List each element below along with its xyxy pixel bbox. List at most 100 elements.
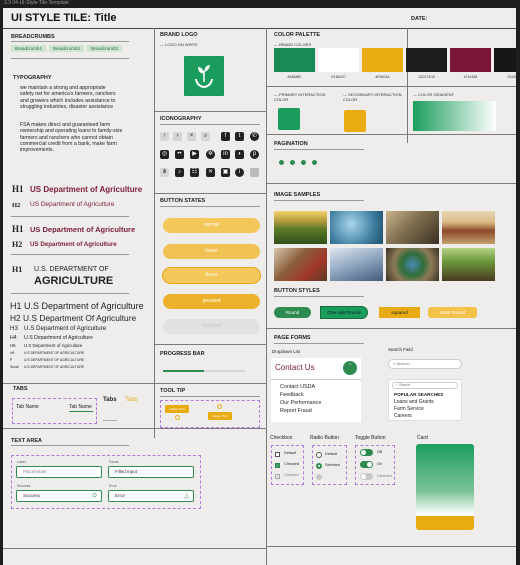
button-normal[interactable]: normal (163, 218, 260, 233)
brand-colors-label: — BRAND COLORS (274, 42, 312, 47)
popular-item-1[interactable]: Loans and Grants (394, 399, 434, 405)
tab-group: Tab Name Tab Name (12, 398, 97, 424)
button-focus[interactable]: focus (163, 268, 260, 283)
x-icon[interactable]: ✕ (206, 168, 215, 177)
button-disabled: disabled (163, 319, 260, 334)
button-pressed[interactable]: pressed (163, 294, 260, 309)
page-dot-4[interactable] (312, 160, 317, 165)
dropdown-option-2[interactable]: Feedback (280, 391, 361, 399)
radio-heading: Radio Button (310, 435, 339, 441)
focus-label: Focus (109, 460, 119, 464)
facebook-icon[interactable]: f (221, 132, 230, 141)
tiktok-icon[interactable]: ♪ (175, 168, 184, 177)
scale-h1: U.S Department of Agriculture (24, 301, 144, 311)
color-swatch-label: #E9A01A (375, 75, 390, 79)
type-sample-tag-3: H1 (12, 224, 24, 234)
type-sample-tag-5: H1 (12, 265, 23, 274)
page-dot-1[interactable] (279, 160, 284, 165)
search-icon[interactable]: ⌕ (201, 132, 210, 141)
whatsapp-icon[interactable]: ✆ (250, 132, 259, 141)
dropdown[interactable]: Contact Us ˆ (271, 358, 361, 380)
check-circle-icon: ⊙ (91, 493, 97, 499)
toggle-on[interactable] (360, 461, 373, 468)
semi-round-button[interactable]: Semi Round (428, 307, 477, 318)
filled-field[interactable]: Filled Input (108, 466, 194, 478)
success-label: Success (17, 484, 31, 488)
chevron-up-icon[interactable]: ˆ (343, 361, 357, 375)
popular-item-3[interactable]: Careers (394, 413, 412, 419)
popular-item-2[interactable]: Farm Service (394, 406, 424, 412)
progress-bar-heading: PROGRESS BAR (160, 351, 205, 357)
search-field[interactable]: ⌕ Search... (388, 359, 462, 369)
checkbox-default[interactable] (275, 452, 280, 457)
radio-default[interactable] (316, 452, 322, 458)
twitter-icon[interactable]: t (235, 132, 244, 141)
tab-1[interactable]: Tab Name (16, 404, 39, 410)
tool-tip-heading: TOOL TIP (160, 388, 186, 394)
chevron-right-icon[interactable]: › (173, 132, 182, 141)
breadcrumb-item-2[interactable]: Breadcrumb2 (49, 45, 85, 52)
linkedin-icon[interactable]: in (221, 150, 230, 159)
youtube-icon[interactable]: ▶ (190, 150, 199, 159)
settings-icon[interactable]: ✲ (206, 150, 215, 159)
close-icon[interactable]: × (187, 132, 196, 141)
warning-icon: △ (184, 493, 189, 499)
primary-interaction-label: — PRIMARY INTERACTION COLOR (274, 92, 326, 102)
dropdown-option-1[interactable]: Contact USDA (280, 383, 361, 391)
toggle-off[interactable] (360, 449, 373, 456)
info-icon[interactable]: i (235, 168, 244, 177)
image-farmers (386, 211, 439, 244)
page-dot-2[interactable] (290, 160, 295, 165)
search-dropdown-input[interactable]: ⌕ Search (392, 382, 458, 389)
button-hover[interactable]: hover (163, 244, 260, 259)
success-value: Success (23, 493, 41, 498)
scale-small: U.S DEPARTMENT OF AGRICULTURE (24, 365, 85, 369)
type-sample-tag-1: H1 (12, 184, 24, 194)
frame-label: 3.3 04-UI-Style-Tile-Template (4, 0, 69, 6)
arrow-up-icon[interactable]: ↑ (160, 132, 169, 141)
dropdown-option-3[interactable]: Our Performance (280, 399, 361, 407)
scale-tag-h1: H1 (10, 301, 22, 311)
tabs-inactive[interactable]: Tabs (103, 397, 117, 403)
placeholder-field[interactable]: Placeholder (16, 466, 102, 478)
flickr-icon[interactable]: •• (175, 150, 184, 159)
color-swatch-label: 232/174/15 (418, 75, 435, 79)
chat-icon[interactable]: ▣ (221, 168, 230, 177)
checkbox-checked[interactable]: ✓ (275, 463, 280, 468)
progress-fill (163, 370, 204, 372)
pinterest-icon[interactable]: p (250, 150, 259, 159)
type-sample-2: US Department of Agriculture (30, 201, 115, 208)
squared-button[interactable]: squared (379, 307, 420, 318)
round-button[interactable]: Round (274, 307, 311, 318)
rss-icon[interactable]: ◗ (235, 150, 244, 159)
tabs-active[interactable]: Tabs (125, 397, 138, 403)
dropdown-option-4[interactable]: Report Fraud (280, 407, 361, 415)
color-swatch-label: 124/22/54 (507, 75, 516, 79)
error-field[interactable]: Error △ (108, 490, 194, 502)
tooltip-anchor-2[interactable] (217, 404, 222, 409)
tooltip-anchor-1[interactable] (175, 415, 180, 420)
hierarchy-icon[interactable]: ⋔ (160, 168, 169, 177)
one-side-round-button[interactable]: One side Round (321, 307, 367, 318)
radio-selected[interactable] (316, 463, 322, 469)
instagram-icon[interactable]: ◎ (160, 150, 169, 159)
brand-logo (184, 56, 224, 96)
scale-tag-h6: H6 (10, 351, 15, 355)
color-swatch (406, 48, 447, 72)
page-dot-3[interactable] (301, 160, 306, 165)
breadcrumb-item-1[interactable]: Breadcrumb1 (11, 45, 47, 52)
success-field[interactable]: Success ⊙ (16, 490, 102, 502)
scale-tag-p: P (10, 358, 13, 362)
card-heading: Card (417, 435, 428, 441)
popular-searches-heading: POPULAR SEARCHES (394, 392, 444, 397)
search-dropdown-placeholder: Search (399, 383, 411, 387)
color-swatch-label: 0/166/107 (331, 75, 346, 79)
error-label: Error (109, 484, 117, 488)
breadcrumb-item-3[interactable]: Breadcrumb3 (87, 45, 123, 52)
people-icon[interactable]: ☷ (190, 168, 199, 177)
date-label: DATE: (411, 16, 428, 22)
gradient-label: — COLOR GRADIENT (413, 92, 455, 97)
tab-2[interactable]: Tab Name (69, 404, 92, 410)
card[interactable] (416, 444, 474, 530)
checkbox-heading: Checkbox (270, 435, 293, 441)
